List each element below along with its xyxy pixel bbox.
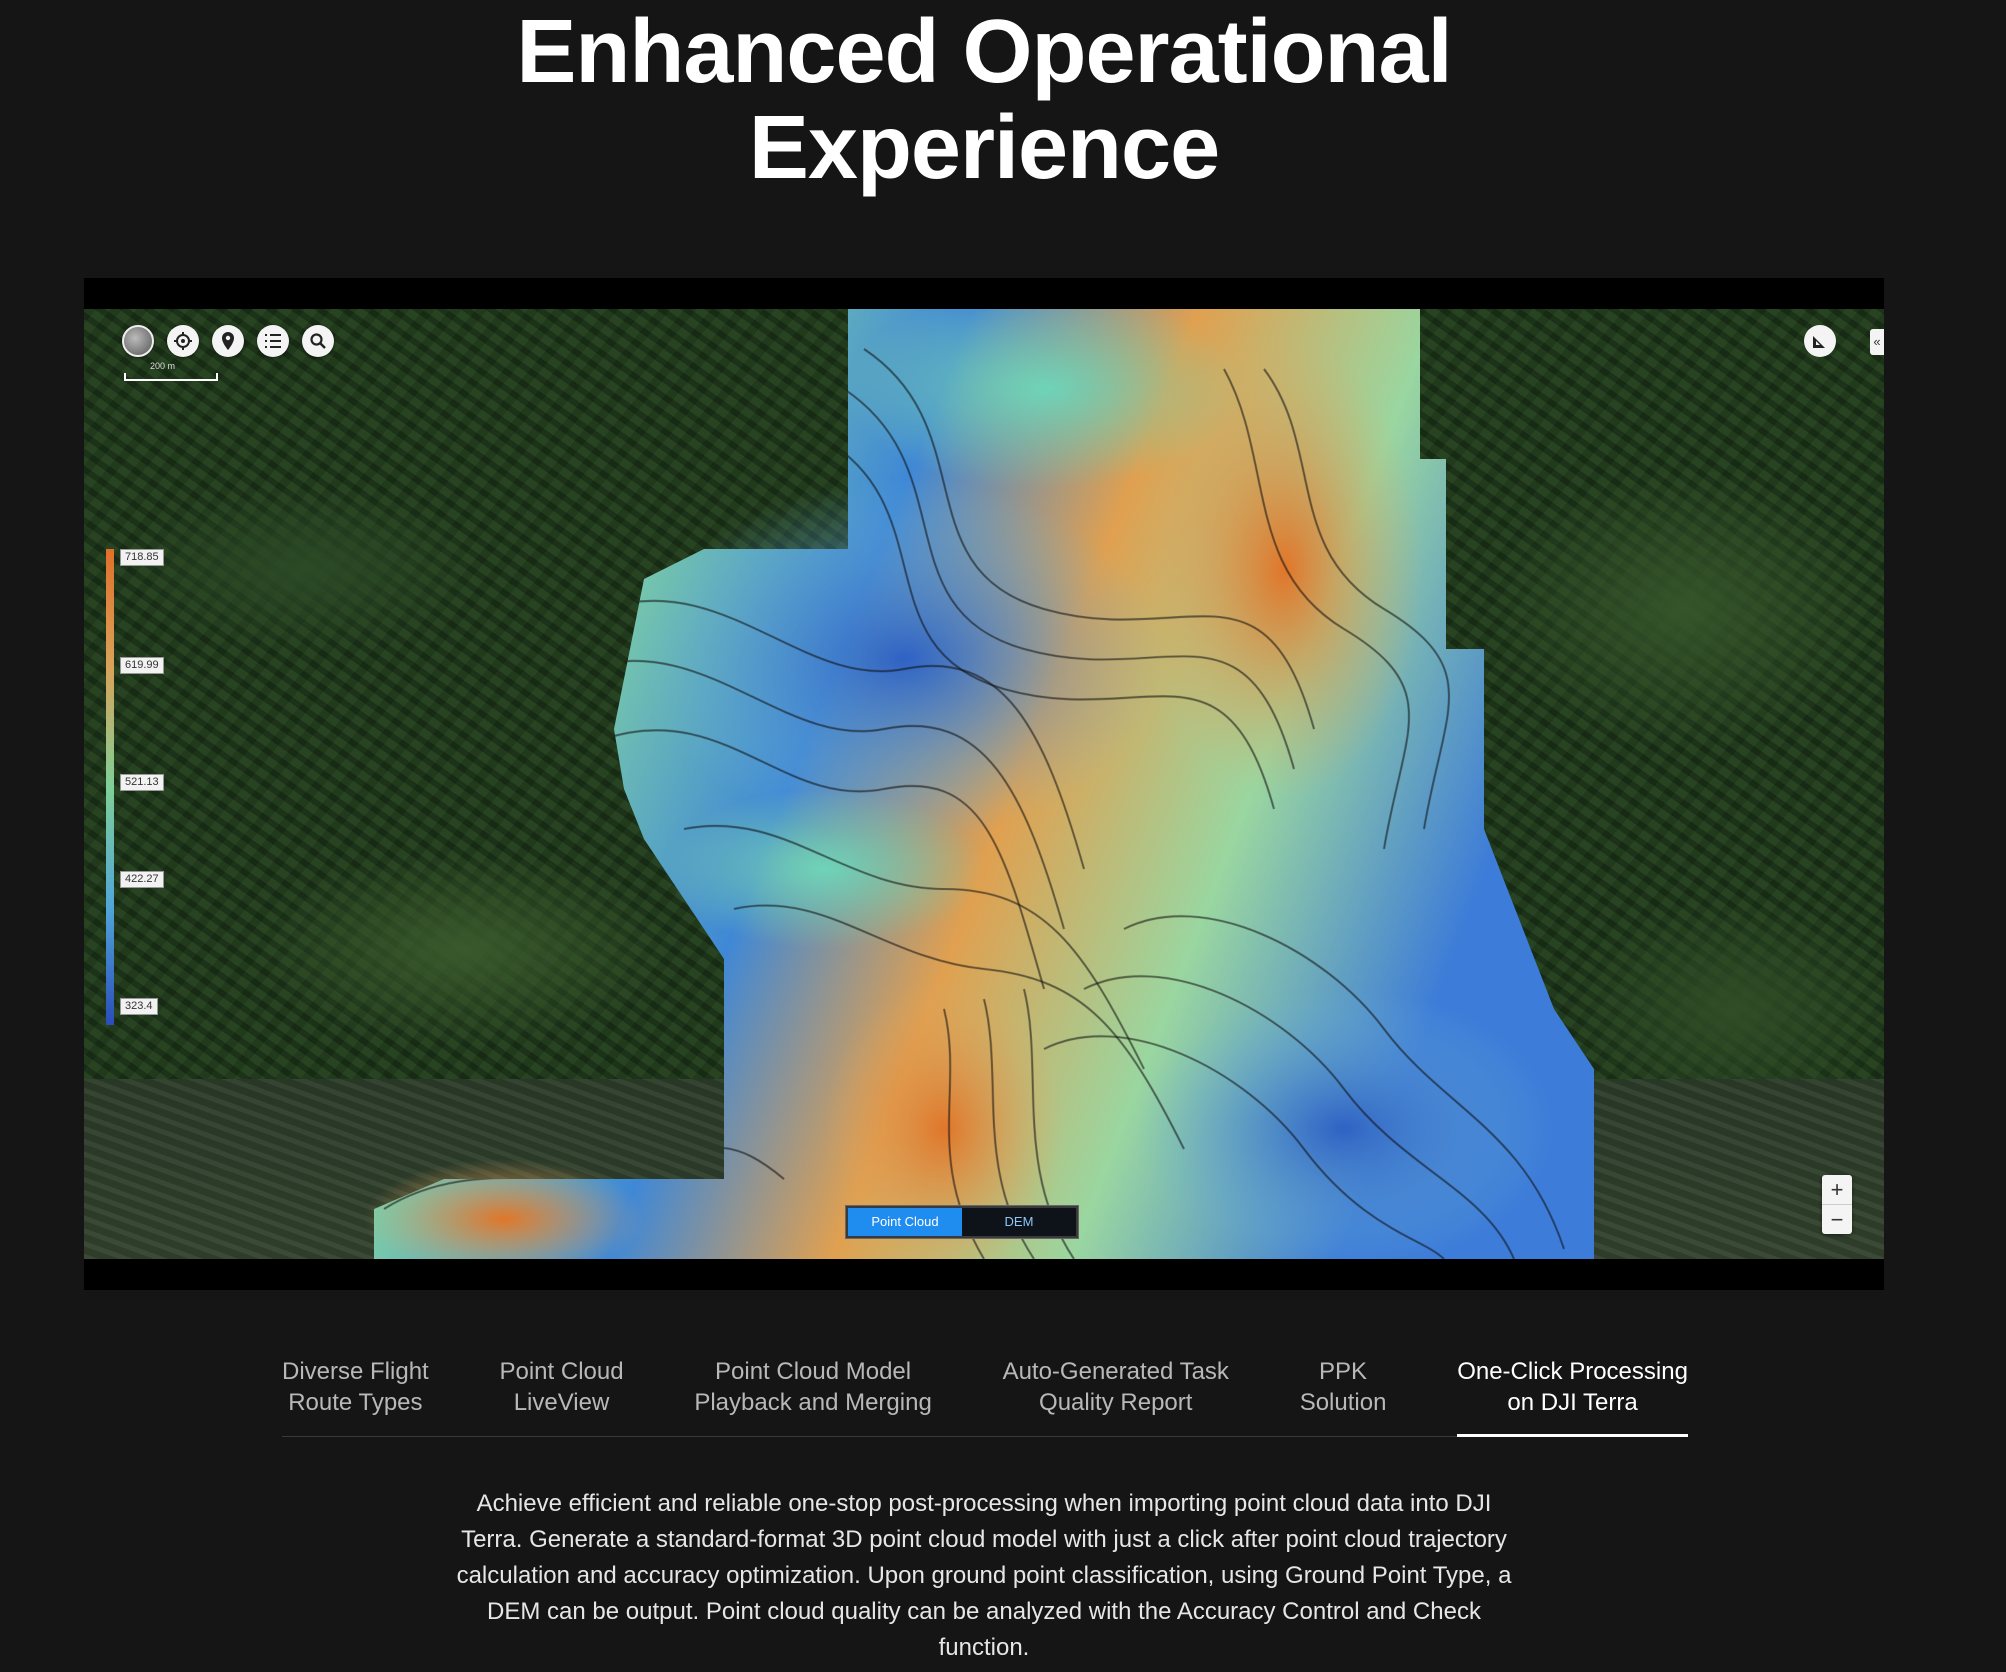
tab-quality-report[interactable]: Auto-Generated Task Quality Report — [1003, 1356, 1229, 1436]
tab-label: PPK — [1319, 1358, 1368, 1385]
legend-color-bar — [106, 549, 114, 1025]
measure-icon[interactable] — [1804, 325, 1836, 357]
tab-label: One-Click Processing — [1457, 1358, 1688, 1385]
map-toolbar — [122, 325, 334, 357]
tab-label: Solution — [1299, 1389, 1387, 1416]
scale-bar — [124, 373, 218, 381]
scale-label: 200 m — [150, 361, 176, 371]
legend-tick: 422.27 — [120, 871, 164, 888]
tab-point-cloud-liveview[interactable]: Point Cloud LiveView — [499, 1356, 623, 1436]
page-title: Enhanced Operational Experience — [0, 4, 1968, 196]
zoom-controls: + − — [1822, 1175, 1852, 1234]
map-viewer[interactable]: 200 m « 718.85 619.99 521.13 422.27 323.… — [84, 278, 1884, 1290]
tab-label: Playback and Merging — [694, 1389, 932, 1416]
elevation-legend: 718.85 619.99 521.13 422.27 323.4 — [106, 549, 186, 1025]
zoom-out-button[interactable]: − — [1822, 1205, 1852, 1234]
search-icon[interactable] — [302, 325, 334, 357]
title-line-2: Experience — [748, 98, 1220, 198]
dem-toggle-button[interactable]: DEM — [962, 1208, 1076, 1236]
dem-terrain-overlay — [364, 309, 1594, 1259]
title-line-1: Enhanced Operational — [516, 2, 1452, 102]
zoom-in-button[interactable]: + — [1822, 1175, 1852, 1204]
legend-tick: 521.13 — [120, 774, 164, 791]
legend-tick-max: 718.85 — [120, 549, 164, 566]
tab-label: on DJI Terra — [1507, 1389, 1638, 1416]
tab-description: Achieve efficient and reliable one-stop … — [456, 1490, 1512, 1661]
pin-icon[interactable] — [212, 325, 244, 357]
tab-diverse-flight-route-types[interactable]: Diverse Flight Route Types — [282, 1356, 429, 1436]
tab-label: Quality Report — [1039, 1389, 1193, 1416]
tab-point-cloud-model-playback[interactable]: Point Cloud Model Playback and Merging — [694, 1356, 931, 1436]
satellite-map[interactable]: 200 m « 718.85 619.99 521.13 422.27 323.… — [84, 309, 1884, 1259]
point-cloud-toggle-button[interactable]: Point Cloud — [848, 1208, 962, 1236]
legend-tick-min: 323.4 — [120, 998, 158, 1015]
globe-icon[interactable] — [122, 325, 154, 357]
view-mode-toggle: Point Cloud DEM — [846, 1206, 1078, 1238]
legend-tick: 619.99 — [120, 657, 164, 674]
tab-label: Auto-Generated Task — [1002, 1358, 1229, 1385]
tab-label: LiveView — [513, 1389, 610, 1416]
locate-icon[interactable] — [167, 325, 199, 357]
tab-ppk-solution[interactable]: PPK Solution — [1300, 1356, 1387, 1436]
tab-label: Point Cloud Model — [715, 1358, 912, 1385]
tab-one-click-processing[interactable]: One-Click Processing on DJI Terra — [1457, 1356, 1688, 1437]
tab-label: Diverse Flight — [282, 1358, 429, 1385]
tab-label: Point Cloud — [499, 1358, 624, 1385]
feature-tabs: Diverse Flight Route Types Point Cloud L… — [282, 1356, 1688, 1437]
list-icon[interactable] — [257, 325, 289, 357]
collapse-panel-button[interactable]: « — [1870, 329, 1884, 355]
tab-label: Route Types — [288, 1389, 423, 1416]
